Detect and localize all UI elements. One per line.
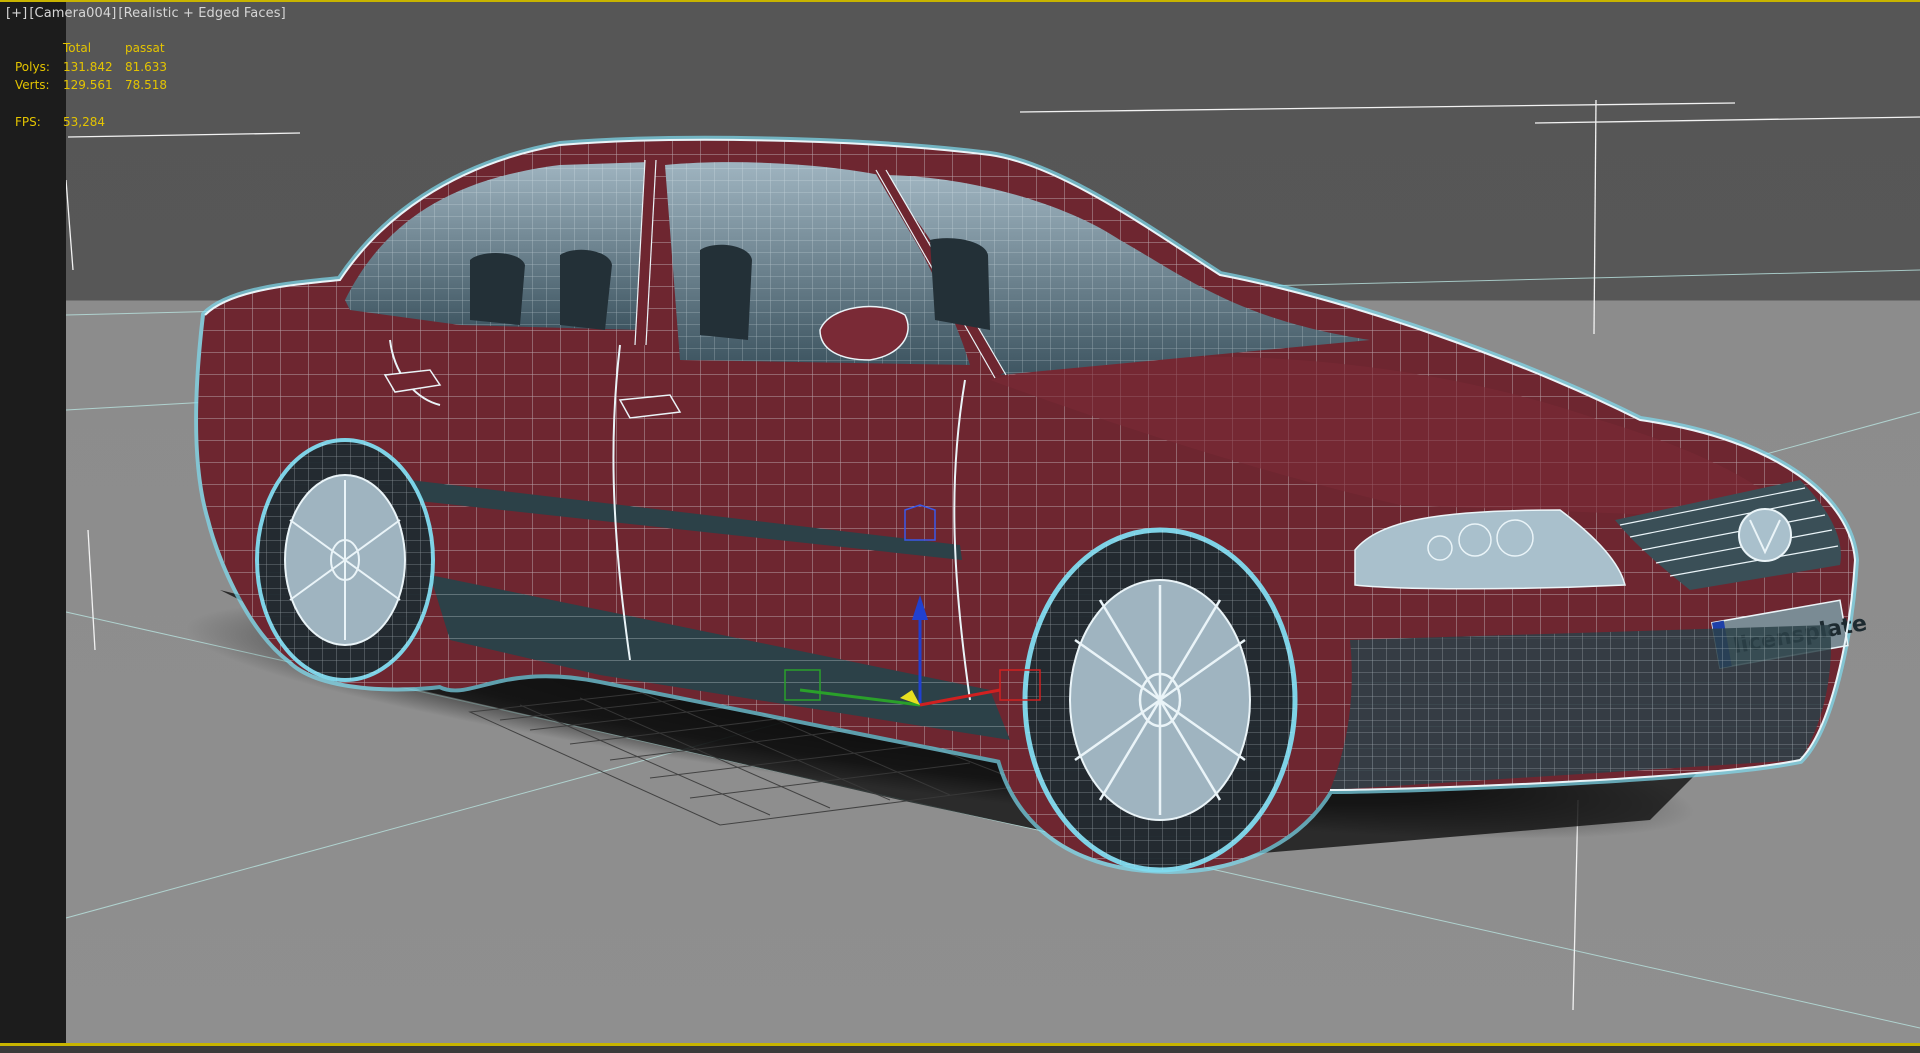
viewport-shading-menu[interactable]: [Realistic + Edged Faces]	[118, 6, 285, 21]
rear-wheel	[255, 438, 435, 682]
car-model-passat: licensplate	[194, 135, 1869, 875]
stats-header-total: Total	[63, 41, 92, 55]
viewport-plus-menu[interactable]: [+]	[6, 6, 27, 21]
fps-label: FPS:	[15, 114, 41, 129]
polys-total: 131.842	[63, 59, 113, 74]
viewport-label-menu[interactable]: [+] [Camera004] [Realistic + Edged Faces]	[6, 6, 288, 21]
scene-statistics: Total passat Polys: 131.842 81.633 Verts…	[15, 39, 185, 131]
scene-canvas[interactable]: licensplate	[0, 0, 1920, 1053]
left-gutter	[0, 0, 66, 1053]
verts-total: 129.561	[63, 78, 113, 92]
verts-object: 78.518	[125, 78, 167, 92]
viewport[interactable]: licensplate	[0, 0, 1920, 1053]
verts-label: Verts:	[15, 78, 50, 92]
bottom-status-strip	[0, 1046, 1920, 1053]
stats-header-object: passat	[125, 41, 165, 55]
fps-value: 53,284	[63, 114, 105, 129]
front-wheel	[1022, 527, 1298, 873]
active-viewport-border-top	[0, 0, 1920, 2]
stats-header-blank	[15, 39, 63, 58]
polys-label: Polys:	[15, 59, 50, 74]
polys-object: 81.633	[125, 59, 167, 74]
viewport-camera-menu[interactable]: [Camera004]	[29, 6, 116, 21]
